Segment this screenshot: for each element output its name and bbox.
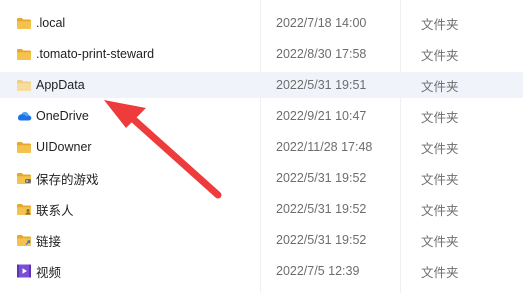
file-name-cell: 视频 bbox=[16, 258, 61, 284]
file-type: 文件夹 bbox=[421, 79, 459, 94]
file-row[interactable]: .tomato-print-steward 2022/8/30 17:58 文件… bbox=[0, 41, 523, 67]
file-modified-date: 2022/5/31 19:52 bbox=[276, 202, 367, 216]
hidden-folder-icon bbox=[16, 77, 32, 93]
file-row[interactable]: 联系人 2022/5/31 19:52 文件夹 bbox=[0, 196, 523, 222]
file-name[interactable]: 保存的游戏 bbox=[36, 169, 99, 188]
file-name-cell: .local bbox=[16, 10, 65, 36]
file-modified-date: 2022/8/30 17:58 bbox=[276, 47, 367, 61]
file-row[interactable]: 链接 2022/5/31 19:52 文件夹 bbox=[0, 227, 523, 253]
file-name[interactable]: 视频 bbox=[36, 262, 61, 281]
file-type: 文件夹 bbox=[421, 234, 459, 249]
file-modified-date: 2022/11/28 17:48 bbox=[276, 140, 373, 154]
file-name[interactable]: .tomato-print-steward bbox=[36, 47, 154, 61]
file-name[interactable]: OneDrive bbox=[36, 109, 89, 123]
file-modified-date: 2022/5/31 19:52 bbox=[276, 171, 367, 185]
file-name-cell: 联系人 bbox=[16, 196, 74, 222]
file-type: 文件夹 bbox=[421, 265, 459, 280]
file-row[interactable]: AppData 2022/5/31 19:51 文件夹 bbox=[0, 72, 523, 98]
file-row[interactable]: 保存的游戏 2022/5/31 19:52 文件夹 bbox=[0, 165, 523, 191]
file-modified-date: 2022/5/31 19:52 bbox=[276, 233, 367, 247]
file-name[interactable]: .local bbox=[36, 16, 65, 30]
file-row[interactable]: 视频 2022/7/5 12:39 文件夹 bbox=[0, 258, 523, 284]
file-type: 文件夹 bbox=[421, 110, 459, 125]
file-type: 文件夹 bbox=[421, 172, 459, 187]
links-folder-icon bbox=[16, 232, 32, 248]
folder-icon bbox=[16, 139, 32, 155]
file-name[interactable]: 联系人 bbox=[36, 200, 74, 219]
file-name[interactable]: AppData bbox=[36, 78, 85, 92]
file-list: .local 2022/7/18 14:00 文件夹 .tomato-print… bbox=[0, 0, 523, 293]
file-name-cell: UIDowner bbox=[16, 134, 92, 160]
file-modified-date: 2022/9/21 10:47 bbox=[276, 109, 367, 123]
file-name[interactable]: UIDowner bbox=[36, 140, 92, 154]
file-modified-date: 2022/7/5 12:39 bbox=[276, 264, 360, 278]
saved-games-folder-icon bbox=[16, 170, 32, 186]
file-name-cell: 保存的游戏 bbox=[16, 165, 99, 191]
file-type: 文件夹 bbox=[421, 17, 459, 32]
folder-icon bbox=[16, 46, 32, 62]
file-row[interactable]: .local 2022/7/18 14:00 文件夹 bbox=[0, 10, 523, 36]
file-type: 文件夹 bbox=[421, 203, 459, 218]
file-row[interactable]: OneDrive 2022/9/21 10:47 文件夹 bbox=[0, 103, 523, 129]
file-type: 文件夹 bbox=[421, 141, 459, 156]
file-name-cell: .tomato-print-steward bbox=[16, 41, 154, 67]
file-name-cell: OneDrive bbox=[16, 103, 89, 129]
file-name-cell: 链接 bbox=[16, 227, 61, 253]
contacts-folder-icon bbox=[16, 201, 32, 217]
file-row[interactable]: UIDowner 2022/11/28 17:48 文件夹 bbox=[0, 134, 523, 160]
file-modified-date: 2022/5/31 19:51 bbox=[276, 78, 367, 92]
onedrive-cloud-icon bbox=[16, 108, 32, 124]
file-name-cell: AppData bbox=[16, 72, 85, 98]
folder-icon bbox=[16, 15, 32, 31]
videos-folder-icon bbox=[16, 263, 32, 279]
file-type: 文件夹 bbox=[421, 48, 459, 63]
file-modified-date: 2022/7/18 14:00 bbox=[276, 16, 367, 30]
file-name[interactable]: 链接 bbox=[36, 231, 61, 250]
